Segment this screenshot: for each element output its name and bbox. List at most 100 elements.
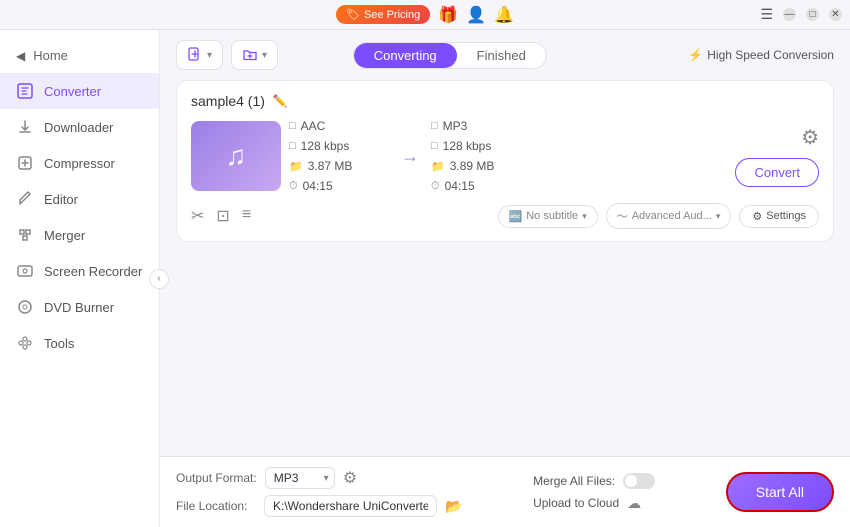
convert-arrow-icon: →: [401, 146, 419, 167]
sidebar-collapse-button[interactable]: ‹: [149, 269, 169, 289]
sidebar-downloader-label: Downloader: [44, 120, 113, 135]
sidebar-item-converter[interactable]: Converter: [0, 73, 159, 109]
source-bitrate-row: □ 128 kbps: [289, 139, 389, 153]
file-list-area: sample4 (1) ✏️ ♫ □ AAC: [160, 80, 850, 456]
dest-duration-icon: ⏱: [431, 180, 440, 193]
tools-icon: [16, 334, 34, 352]
maximize-button[interactable]: □: [806, 8, 819, 21]
bottom-bar: Output Format: MP3 AAC WAV FLAC MP4 ⚙ Fi…: [160, 456, 850, 527]
downloader-icon: [16, 118, 34, 136]
merge-all-row: Merge All Files:: [533, 473, 655, 489]
merge-files-label: Merge All Files:: [533, 474, 615, 488]
browse-folder-icon[interactable]: 📂: [445, 498, 462, 515]
sidebar-screen-recorder-label: Screen Recorder: [44, 264, 142, 279]
output-format-select[interactable]: MP3 AAC WAV FLAC MP4: [265, 467, 335, 489]
cloud-icon[interactable]: ☁: [627, 495, 641, 512]
add-file-button[interactable]: ▾: [176, 40, 223, 70]
source-size-row: 📁 3.87 MB: [289, 159, 389, 173]
file-name: sample4 (1): [191, 93, 265, 109]
file-location-row: File Location: 📂: [176, 495, 462, 517]
source-format-row: □ AAC: [289, 119, 389, 133]
tab-converting[interactable]: Converting: [354, 43, 457, 68]
settings-label: Settings: [766, 210, 806, 222]
dvd-burner-icon: [16, 298, 34, 316]
add-folder-icon: [242, 47, 258, 63]
sidebar-home-label: Home: [33, 48, 68, 63]
subtitle-icon: 🔤: [509, 210, 523, 223]
dest-size-icon: 📁: [431, 160, 445, 173]
dest-size-row: 📁 3.89 MB: [431, 159, 531, 173]
tab-finished[interactable]: Finished: [457, 43, 546, 68]
advanced-select[interactable]: 〜 Advanced Aud... ▾: [606, 203, 732, 229]
high-speed-conversion[interactable]: ⚡ High Speed Conversion: [688, 48, 834, 62]
file-card-body: ♫ □ AAC □ 128 kbps: [191, 119, 819, 193]
pricing-label: See Pricing: [364, 9, 420, 21]
crop-icon[interactable]: ⊡: [216, 206, 229, 226]
dest-format: MP3: [443, 119, 468, 133]
pricing-area: 🏷 See Pricing 🎁 👤 🔔: [336, 5, 514, 25]
add-file-arrow: ▾: [207, 50, 212, 61]
sidebar-converter-label: Converter: [44, 84, 101, 99]
filter-icon[interactable]: ≡: [242, 206, 251, 226]
minimize-button[interactable]: —: [783, 8, 796, 21]
cut-icon[interactable]: ✂: [191, 206, 204, 226]
file-location-label: File Location:: [176, 499, 256, 513]
screen-recorder-icon: [16, 262, 34, 280]
content-area: ▾ ▾ Converting Finished ⚡ High Speed Con…: [160, 30, 850, 527]
sidebar-item-screen-recorder[interactable]: Screen Recorder: [0, 253, 159, 289]
sidebar-item-dvd-burner[interactable]: DVD Burner: [0, 289, 159, 325]
compressor-icon: [16, 154, 34, 172]
subtitle-select[interactable]: 🔤 No subtitle ▾: [498, 205, 598, 228]
file-card-tools: ✂ ⊡ ≡ 🔤 No subtitle ▾ 〜 Advanced Aud...: [191, 203, 819, 229]
settings-gear-icon: ⚙: [752, 210, 762, 223]
sidebar-tools-label: Tools: [44, 336, 74, 351]
sidebar-compressor-label: Compressor: [44, 156, 115, 171]
sidebar-item-editor[interactable]: Editor: [0, 181, 159, 217]
sidebar-item-downloader[interactable]: Downloader: [0, 109, 159, 145]
advanced-label: Advanced Aud...: [632, 210, 712, 222]
menu-icon[interactable]: ☰: [760, 6, 773, 23]
settings-area: ⚙ Convert: [735, 125, 819, 187]
file-source-info: □ AAC □ 128 kbps 📁 3.87 MB: [289, 119, 389, 193]
thumbnail: ♫: [191, 121, 281, 191]
wave-icon: 〜: [617, 208, 628, 224]
add-folder-button[interactable]: ▾: [231, 40, 278, 70]
merge-toggle[interactable]: [623, 473, 655, 489]
dest-duration-row: ⏱ 04:15: [431, 179, 531, 193]
upload-cloud-row: Upload to Cloud ☁: [533, 495, 655, 512]
format-settings-icon[interactable]: ⚙: [343, 468, 357, 488]
see-pricing-button[interactable]: 🏷 See Pricing: [336, 5, 430, 24]
close-button[interactable]: ✕: [829, 8, 842, 21]
sidebar-item-home[interactable]: ◀ Home: [0, 38, 159, 73]
sidebar-item-merger[interactable]: Merger: [0, 217, 159, 253]
start-all-button[interactable]: Start All: [726, 472, 834, 512]
user-icon[interactable]: 👤: [466, 5, 486, 25]
sidebar-editor-label: Editor: [44, 192, 78, 207]
sidebar: ◀ Home Converter Downloader: [0, 30, 160, 527]
sidebar-item-compressor[interactable]: Compressor: [0, 145, 159, 181]
file-info-section: □ AAC □ 128 kbps 📁 3.87 MB: [289, 119, 727, 193]
back-icon: ◀: [16, 49, 25, 63]
converter-icon: [16, 82, 34, 100]
titlebar: 🏷 See Pricing 🎁 👤 🔔 ☰ — □ ✕: [0, 0, 850, 30]
output-format-select-wrapper: MP3 AAC WAV FLAC MP4: [265, 467, 335, 489]
dest-format-icon: □: [431, 120, 438, 132]
add-folder-arrow: ▾: [262, 50, 267, 61]
source-bitrate: 128 kbps: [301, 139, 350, 153]
edit-icon[interactable]: ✏️: [273, 94, 288, 108]
file-settings-icon[interactable]: ⚙: [801, 125, 819, 150]
subtitle-label: No subtitle: [526, 210, 578, 222]
convert-button[interactable]: Convert: [735, 158, 819, 187]
sidebar-item-tools[interactable]: Tools: [0, 325, 159, 361]
file-location-input[interactable]: [264, 495, 437, 517]
bell-icon[interactable]: 🔔: [494, 5, 514, 25]
sidebar-dvd-burner-label: DVD Burner: [44, 300, 114, 315]
advanced-chevron: ▾: [716, 211, 721, 222]
dest-bitrate-row: □ 128 kbps: [431, 139, 531, 153]
dest-duration: 04:15: [445, 179, 475, 193]
main-layout: ◀ Home Converter Downloader: [0, 30, 850, 527]
source-duration-row: ⏱ 04:15: [289, 179, 389, 193]
settings-button[interactable]: ⚙ Settings: [739, 205, 819, 228]
source-size: 3.87 MB: [308, 159, 353, 173]
gift-icon[interactable]: 🎁: [438, 5, 458, 25]
